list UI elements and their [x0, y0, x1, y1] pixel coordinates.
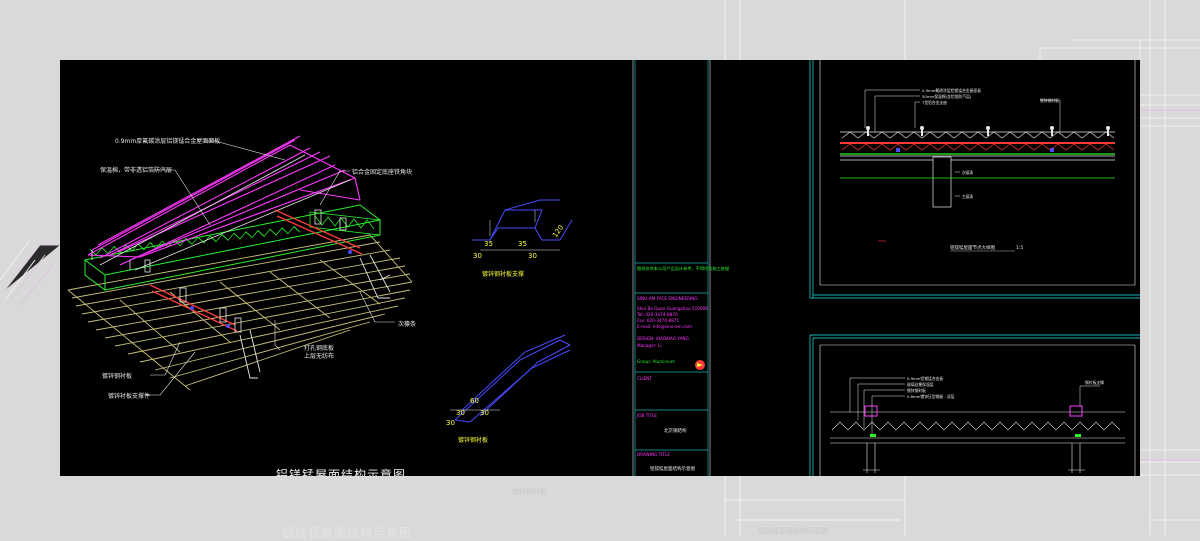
label-galv-support: 镀锌衬板支撑件 — [108, 392, 150, 400]
dim-b-30-b: 30 — [480, 409, 489, 417]
section-bottom-detail: 0.9mm铝镁锰合金板 玻璃丝棉保温层 镀锌钢衬板 0.6mm镀锌压型钢板 - … — [830, 376, 1125, 473]
ghost-caption-mid: 镀锌钢衬板 — [512, 488, 547, 496]
label-upper-layer: 上层无纺布 — [304, 352, 334, 360]
label-insulation: 保温棉，带非透铝箔防汽层 — [100, 166, 172, 174]
dim-a-120: 120 — [551, 224, 565, 240]
profile-a-label: 镀锌钢衬板支撑 — [482, 270, 524, 278]
cad-drawing-canvas[interactable]: 0.9mm厚氟碳涂层铝镁锰合金屋面面板 保温棉，带非透铝箔防汽层 铝合金固定底座… — [60, 60, 1140, 476]
profile-support-detail: 35 35 30 30 120 镀锌钢衬板支撑 — [472, 199, 573, 278]
iso-caption: 铝镁锰屋面结构示意图 — [276, 468, 407, 476]
clips-top — [866, 126, 1110, 136]
sec-top-callout-4: 次檩条 — [962, 170, 974, 175]
insulation-zigzag-top — [841, 131, 1115, 139]
insulation-zigzag-bottom — [831, 421, 1121, 431]
tb-addr-1: Tel: 020-3474-8870 — [636, 312, 678, 317]
clips-bottom — [864, 405, 1083, 417]
sec-bot-callout-0: 0.9mm铝镁锰合金板 — [907, 376, 943, 381]
label-roof-panel: 0.9mm厚氟碳涂层铝镁锰合金屋面面板 — [115, 137, 220, 145]
dim-a-35-right: 35 — [518, 240, 527, 248]
label-purlin: 次檩条 — [398, 320, 416, 328]
sec-bot-callout-1: 玻璃丝棉保温层 — [907, 382, 934, 387]
sec-top-callout-2: T型铝合金支座 — [921, 100, 947, 105]
sec-top-scale: 1:5 — [1016, 245, 1023, 251]
tb-job-title-value: 北京钢结构 — [664, 427, 687, 434]
dim-b-60: 60 — [470, 397, 479, 405]
tb-addr-3: E-mail: info@sino-am.com — [637, 324, 692, 329]
tb-drawing-title-label: DRAWING TITLE — [637, 452, 670, 457]
sec-top-callout-1: 50mm保温棉(含铝箔防汽层) — [922, 94, 972, 99]
label-ribbed: 打孔钢底板 — [304, 344, 334, 352]
tb-mgr-0: DESIGN: XIAOXIAO YANG — [637, 336, 689, 341]
dim-a-35-left: 35 — [484, 240, 493, 248]
tb-company-en: SINO-AM FACE ENGINEERING — [637, 296, 698, 301]
label-galv: 镀锌钢衬板 — [102, 372, 132, 380]
dim-a-30-left: 30 — [473, 252, 482, 260]
sec-bot-callout-4: 0.6mm镀锌压型钢板 - 双层 — [907, 394, 955, 399]
title-block: 图纸仅供本公司产品设计参考，不得作为施工依据 SINO-AM FACE ENGI… — [632, 60, 729, 476]
tb-addr-2: Fax: 020-3474-8871 — [637, 318, 679, 323]
leaders-bottom — [849, 377, 1100, 434]
tb-job-title-label: JOB TITLE — [636, 413, 657, 418]
label-bracket: 铝合金固定底座铁角块 — [352, 168, 412, 176]
roof-panels — [87, 135, 361, 266]
sec-top-callout-0: 0.9mm氟碳涂层铝镁锰合金屋面板 — [922, 88, 981, 93]
sec-top-caption: 铝镁锰屋面节点大样图 — [950, 244, 995, 251]
profile-lining-detail: 60 30 30 30 镀锌钢衬板 — [446, 334, 571, 444]
sec-top-callout-3: 镀锌钢衬板 — [1040, 98, 1059, 103]
sec-bot-callout-3: 钢衬板支撑 — [1085, 380, 1104, 385]
isometric-roof-view: 0.9mm厚氟碳涂层铝镁锰合金屋面面板 保温棉，带非透铝箔防汽层 铝合金固定底座… — [67, 135, 416, 400]
sec-bot-callout-2: 镀锌钢衬板 — [907, 388, 926, 393]
dim-a-30-right: 30 — [528, 252, 537, 260]
sec-top-callout-5: 主檩条 — [962, 194, 974, 199]
dim-b-30-c: 30 — [446, 419, 455, 427]
tb-note-top: 图纸仅供本公司产品设计参考，不得作为施工依据 — [637, 265, 729, 272]
red-zigzag-top — [841, 143, 1115, 151]
tb-group: Group: Aluminium — [637, 359, 675, 364]
profile-b-label: 镀锌钢衬板 — [458, 436, 488, 444]
tb-drawing-title-value: 铝镁锰屋面结构示意图 — [650, 465, 695, 472]
sheet-frames — [809, 60, 1140, 476]
tb-addr-0: Shui Ba Quan Guangzhou 510006 — [637, 306, 708, 311]
green-marks-bottom — [870, 434, 1081, 437]
tb-client-label: CLIENT — [637, 376, 652, 381]
cad-drawing: 0.9mm厚氟碳涂层铝镁锰合金屋面面板 保温棉，带非透铝箔防汽层 铝合金固定底座… — [67, 60, 1140, 476]
section-top-detail: 0.9mm氟碳涂层铝镁锰合金屋面板 50mm保温棉(含铝箔防汽层) T型铝合金支… — [840, 88, 1115, 252]
ghost-caption-left: 铝镁锰屋面结构示意图 — [282, 526, 413, 540]
tb-mgr-1: Manager: Li — [637, 343, 662, 348]
ghost-caption-right: 铝镁锰屋面结构示意图 — [758, 527, 828, 535]
dim-b-30-a: 30 — [456, 409, 465, 417]
